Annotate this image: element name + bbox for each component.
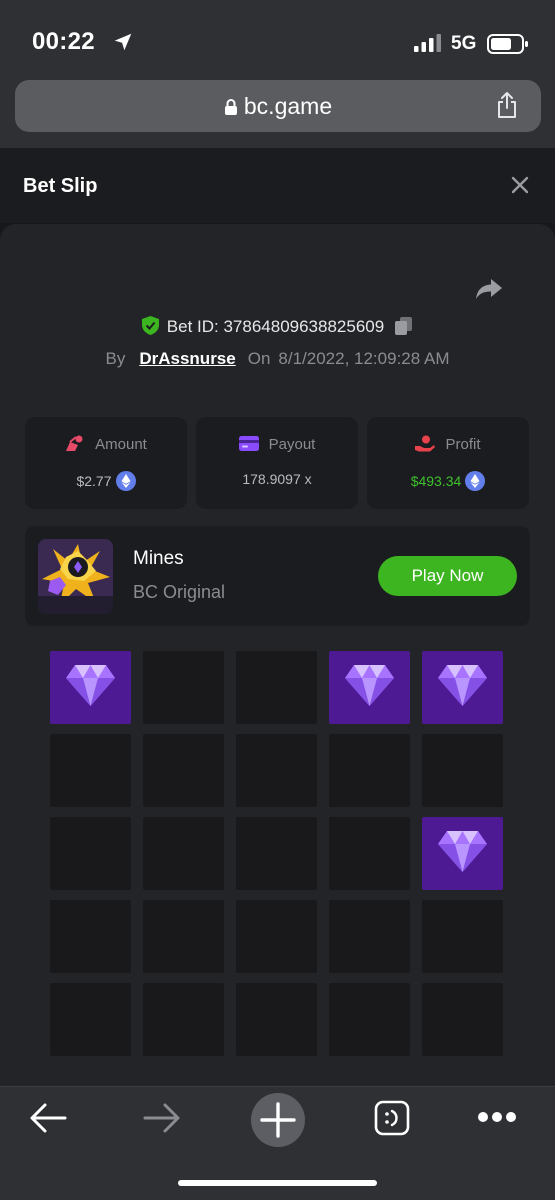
play-now-button[interactable]: Play Now [378,556,517,596]
mine-tile [50,983,131,1056]
game-row: Mines BC Original Play Now [25,526,530,626]
bet-slip-title: Bet Slip [23,175,98,197]
ethereum-icon [115,471,136,491]
back-icon[interactable] [29,1102,67,1134]
copy-icon[interactable] [394,316,413,336]
mine-tile [50,734,131,807]
share-icon[interactable] [495,91,519,119]
mine-tile-gem [329,651,410,724]
browser-toolbar [0,1086,555,1200]
mine-tile [143,817,224,890]
address-bar[interactable]: bc.game [15,80,541,132]
bet-date: 8/1/2022, 12:09:28 AM [278,349,450,368]
mine-tile [143,734,224,807]
tabs-icon[interactable] [374,1100,410,1136]
profit-icon [415,435,436,452]
mine-tile [236,734,317,807]
share-arrow-icon[interactable] [475,277,503,301]
url-text: bc.game [243,93,333,119]
gem-icon [438,665,487,706]
mine-tile-gem [50,651,131,724]
browser-chrome: 00:22 5G bc.game [0,0,555,148]
mine-tile [143,651,224,724]
mines-game-thumbnail[interactable] [38,539,113,614]
mine-tile [143,900,224,973]
mine-tile [329,817,410,890]
bet-slip-header: Bet Slip [0,148,555,223]
profit-label: Profit [445,436,481,453]
lock-icon [224,99,237,115]
battery-icon [487,34,528,54]
shield-check-icon [141,316,159,335]
gem-icon [438,831,487,872]
amount-icon [66,435,83,451]
profit-value: $493.34 [410,473,462,489]
gem-icon [66,665,115,706]
location-arrow-icon [114,33,132,51]
more-icon[interactable] [477,1111,517,1123]
mine-tile [422,983,503,1056]
by-line: By DrAssnurse On 8/1/2022, 12:09:28 AM [0,349,555,369]
mine-tile [329,900,410,973]
mine-tile [236,817,317,890]
mine-tile-gem [422,817,503,890]
mine-tile [143,983,224,1056]
mine-tile [50,900,131,973]
new-tab-icon[interactable] [251,1093,305,1147]
profit-stat: Profit $493.34 [367,417,529,509]
ethereum-icon [465,471,486,491]
by-label: By [105,349,126,368]
game-subtitle: BC Original [133,582,226,602]
bet-card: Bet ID: 37864809638825609 By DrAssnurse On… [0,224,555,1094]
close-icon[interactable] [511,176,529,194]
gem-icon [345,665,394,706]
mine-tile [236,983,317,1056]
mine-tile [236,900,317,973]
mine-tile [422,734,503,807]
game-name: Mines [133,548,184,569]
network-label: 5G [451,33,477,54]
amount-label: Amount [95,436,147,453]
mine-tile [329,734,410,807]
on-label: On [247,349,271,368]
home-indicator [178,1180,377,1186]
payout-label: Payout [268,436,316,453]
forward-icon[interactable] [143,1102,181,1134]
signal-icon [414,34,441,52]
bet-id: Bet ID: 37864809638825609 [166,317,385,336]
mine-tile [422,900,503,973]
payout-value: 178.9097 x [242,471,312,487]
bet-id-line: Bet ID: 37864809638825609 [0,316,555,337]
mine-tile [329,983,410,1056]
mine-tile [236,651,317,724]
mine-tile [50,817,131,890]
amount-value: $2.77 [76,473,112,489]
payout-card-icon [238,436,259,451]
mines-board [50,651,503,1061]
page: Bet Slip Bet ID: 37864809638825609 By DrA… [0,148,555,1094]
mine-tile-gem [422,651,503,724]
payout-stat: Payout 178.9097 x [196,417,358,509]
status-time: 00:22 [32,28,95,55]
amount-stat: Amount $2.77 [25,417,187,509]
username-link[interactable]: DrAssnurse [139,349,235,368]
